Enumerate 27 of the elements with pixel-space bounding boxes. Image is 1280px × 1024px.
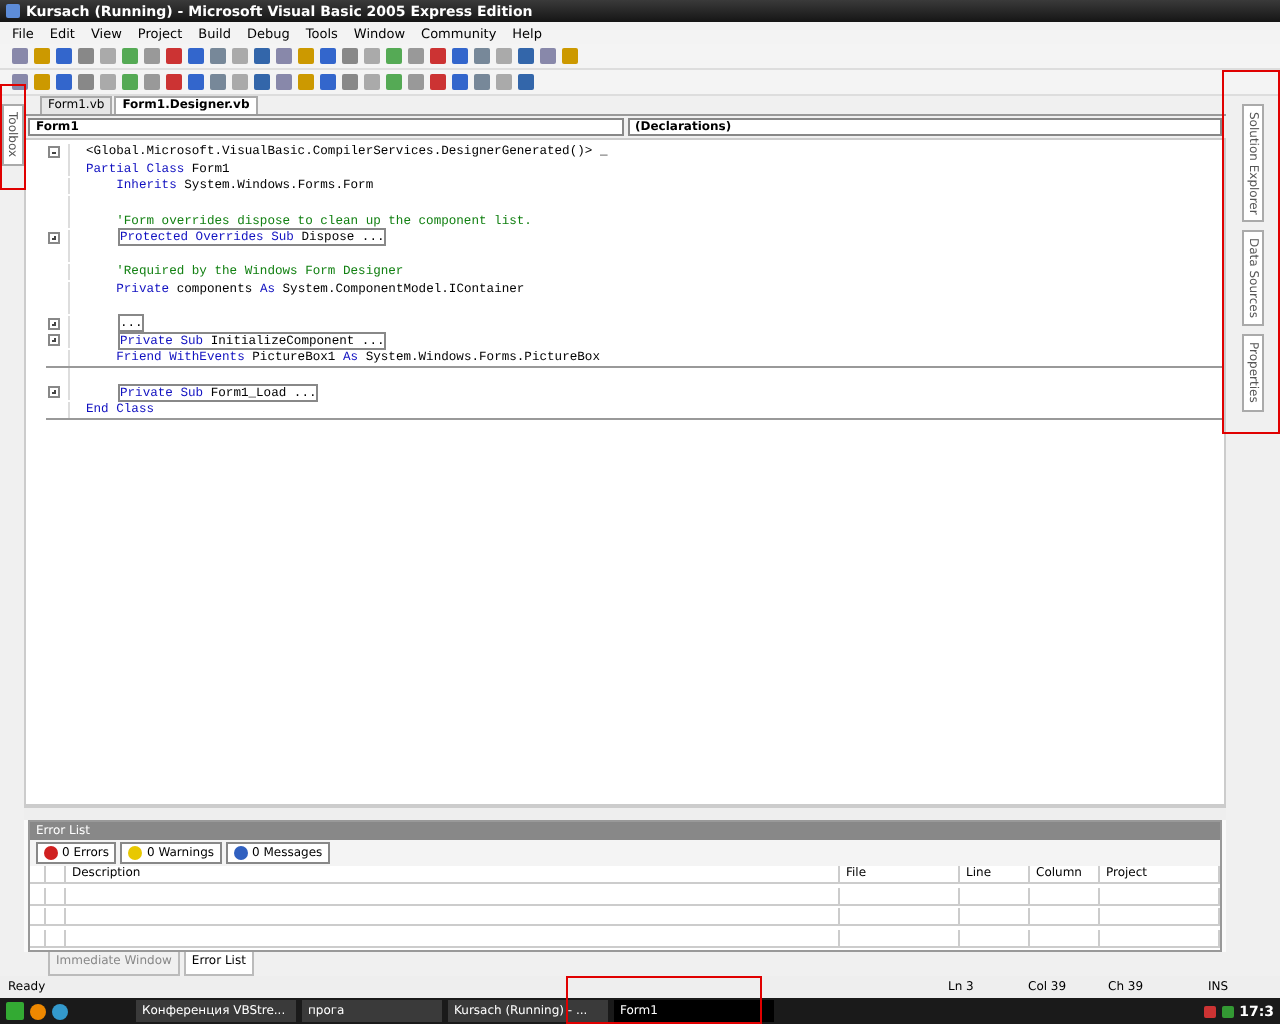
- table-cell: [1100, 887, 1220, 905]
- table-cell: [46, 908, 66, 926]
- expand-toggle-icon[interactable]: [48, 317, 60, 330]
- expand-toggle-icon[interactable]: [48, 334, 60, 347]
- expand-toggle-icon[interactable]: [48, 231, 60, 244]
- app-icon: [6, 4, 20, 18]
- annotation-frame: [0, 84, 26, 190]
- table-cell: [840, 908, 960, 926]
- info-icon: [234, 846, 249, 860]
- error-icon: [44, 846, 58, 860]
- table-cell: [840, 887, 960, 905]
- table-cell: [960, 908, 1030, 926]
- table-cell: [840, 929, 960, 947]
- table-cell: [46, 866, 66, 884]
- start-button[interactable]: [6, 1002, 24, 1020]
- table-cell: [960, 887, 1030, 905]
- table-cell: [1030, 887, 1100, 905]
- table-cell: [960, 929, 1030, 947]
- collapse-toggle-icon[interactable]: [48, 145, 60, 158]
- table-cell: [1030, 929, 1100, 947]
- warning-icon: [128, 846, 143, 860]
- table-cell: [1030, 908, 1100, 926]
- table-cell: [1100, 929, 1220, 947]
- table-cell: [46, 929, 66, 947]
- expand-toggle-icon[interactable]: [48, 386, 60, 399]
- table-cell: [46, 887, 66, 905]
- table-cell: [1100, 908, 1220, 926]
